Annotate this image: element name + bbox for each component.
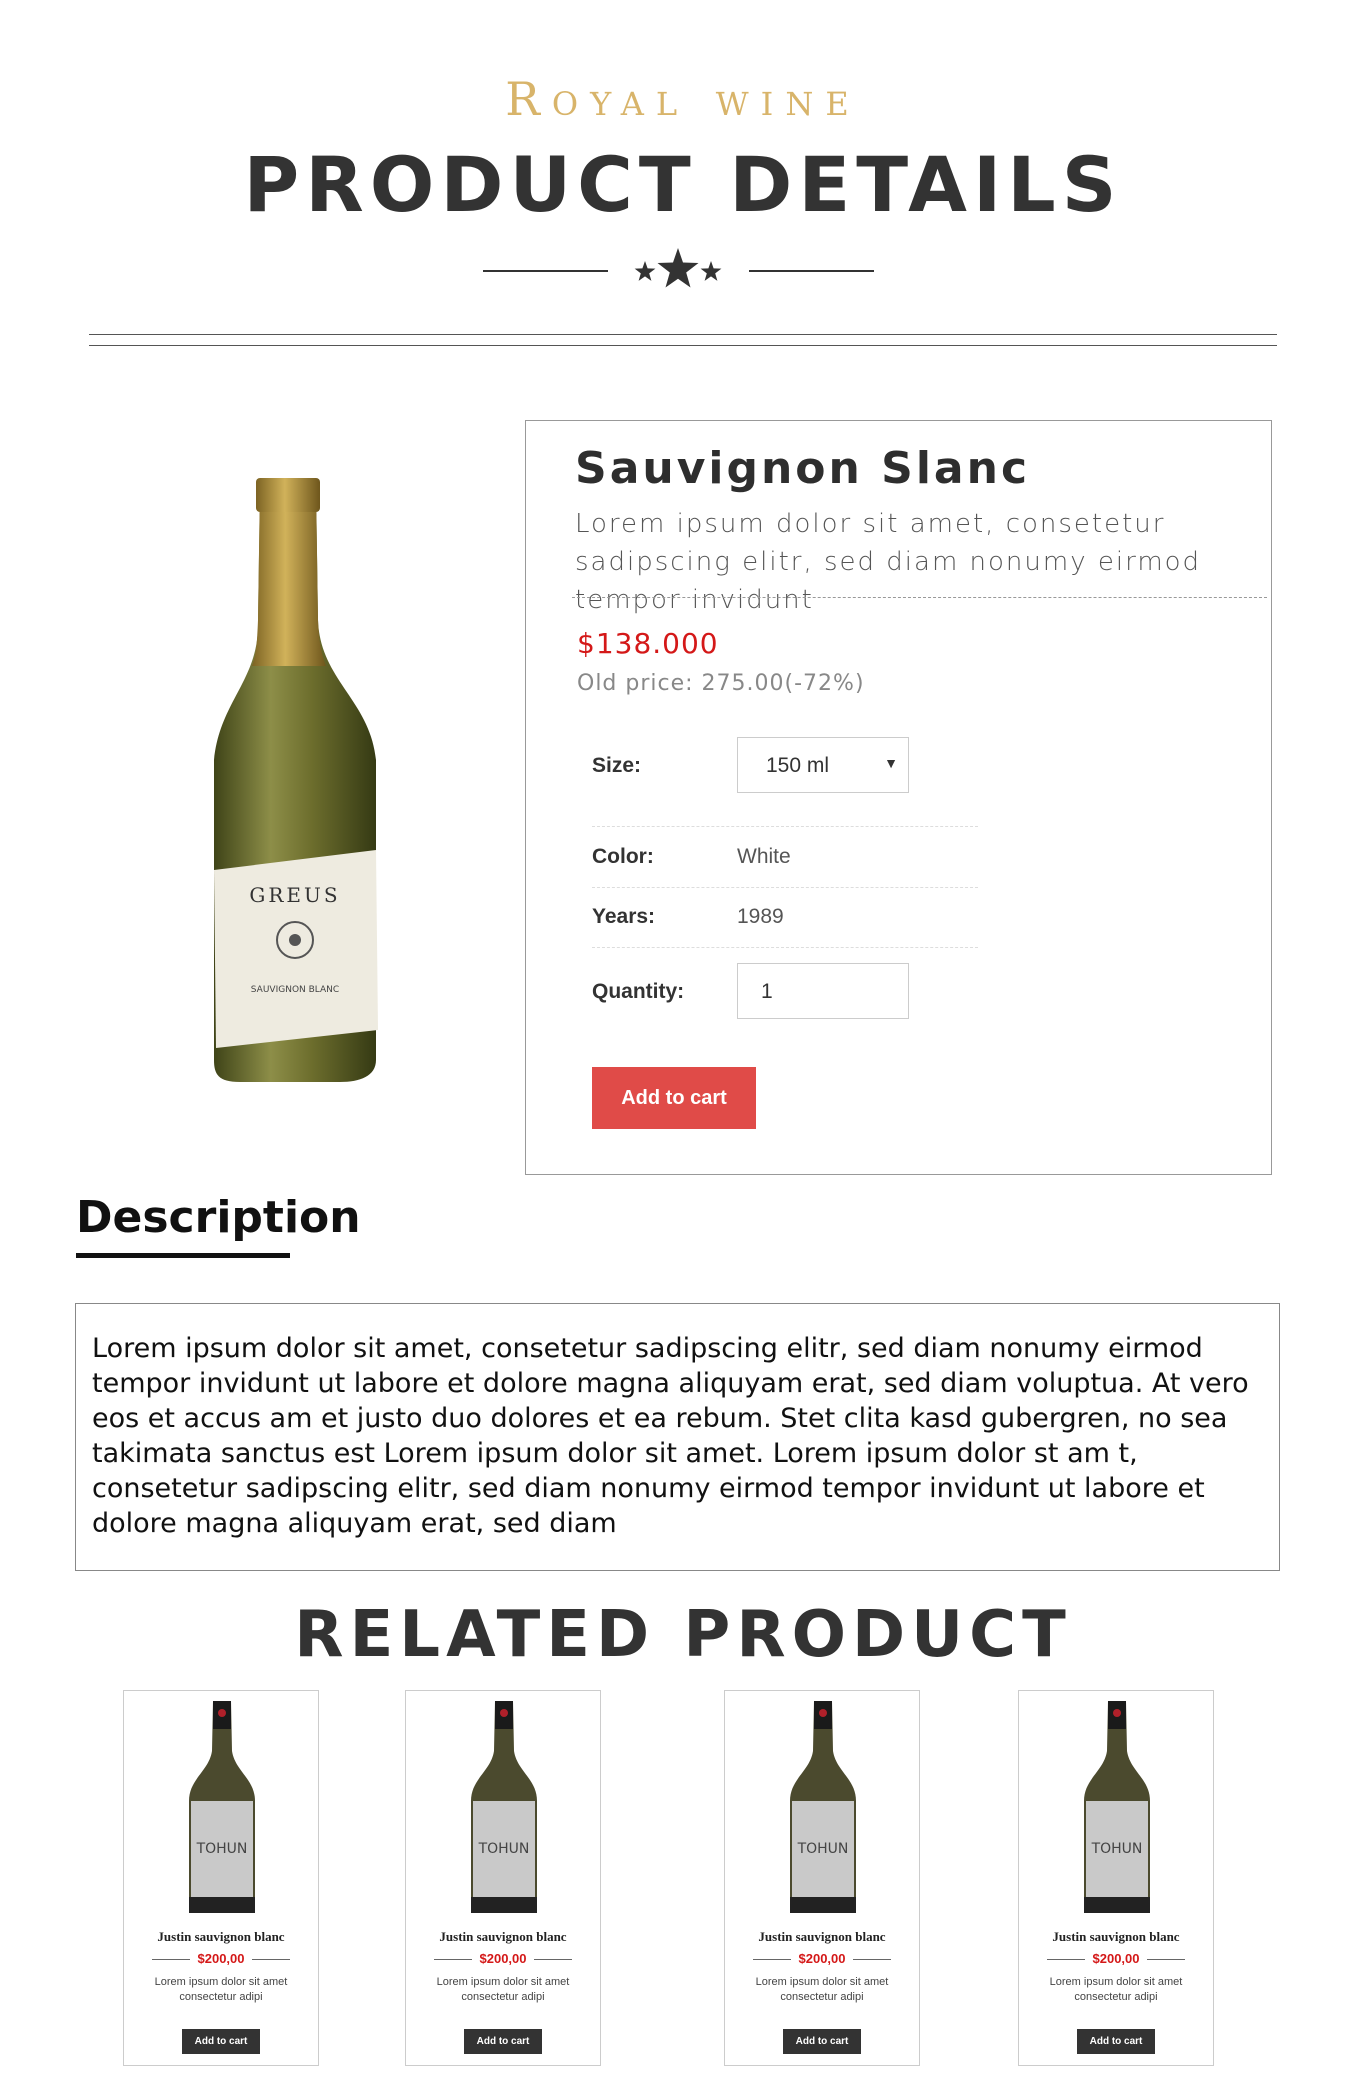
related-product-card[interactable]: TOHUN Justin sauvignon blanc $200,00 Lor… [1018,1690,1214,2066]
card-bottle-label: TOHUN [478,1841,530,1857]
card-price-row: $200,00 [124,1951,318,1967]
caret-down-icon: ▼ [884,755,898,771]
quantity-input[interactable]: 1 [737,963,909,1019]
card-bottle-label: TOHUN [1091,1841,1143,1857]
size-select[interactable]: 150 ml ▼ [737,737,909,793]
divider [534,1959,572,1960]
card-add-to-cart-button[interactable]: Add to cart [182,2029,260,2054]
divider [592,887,978,888]
card-description: Lorem ipsum dolor sit amet consectetur a… [755,1976,889,2003]
divider [853,1959,891,1960]
quantity-label: Quantity: [592,980,685,1003]
description-panel: Lorem ipsum dolor sit amet, consetetur s… [75,1303,1280,1571]
page-title: PRODUCT DETAILS [243,140,1123,229]
header-divider [89,334,1277,346]
related-product-card[interactable]: TOHUN Justin sauvignon blanc $200,00 Lor… [405,1690,601,2066]
ornament-line-right [749,270,874,272]
add-to-cart-button[interactable]: Add to cart [592,1067,756,1129]
wine-bottle-icon[interactable]: TOHUN [1078,1701,1156,1913]
divider [252,1959,290,1960]
card-product-name[interactable]: Justin sauvignon blanc [406,1929,600,1945]
card-price-row: $200,00 [1019,1951,1213,1967]
card-description: Lorem ipsum dolor sit amet consectetur a… [436,1976,570,2003]
description-text: Lorem ipsum dolor sit amet, consetetur s… [92,1333,1249,1539]
description-heading: Description [76,1192,361,1243]
ornament-line-left [483,270,608,272]
related-product-card[interactable]: TOHUN Justin sauvignon blanc $200,00 Lor… [724,1690,920,2066]
card-add-to-cart-button[interactable]: Add to cart [464,2029,542,2054]
product-price: $138.000 [577,627,719,660]
card-add-to-cart-button[interactable]: Add to cart [783,2029,861,2054]
card-product-name[interactable]: Justin sauvignon blanc [1019,1929,1213,1945]
three-stars-icon [634,248,722,288]
size-label: Size: [592,754,642,777]
card-description: Lorem ipsum dolor sit amet consectetur a… [154,1976,288,2003]
card-description: Lorem ipsum dolor sit amet consectetur a… [1049,1976,1183,2003]
bottle-label-sub: SAUVIGNON BLANC [251,985,339,995]
size-select-value: 150 ml [766,754,830,777]
wine-bottle-icon[interactable]: TOHUN [183,1701,261,1913]
bottle-label-text: GREUS [249,883,340,907]
years-label: Years: [592,905,656,928]
product-short-description: Lorem ipsum dolor sit amet, consetetur s… [575,509,1202,615]
color-value: White [737,845,791,868]
years-value: 1989 [737,905,784,928]
product-old-price: Old price: 275.00(-72%) [577,671,865,696]
wine-bottle-icon[interactable]: TOHUN [784,1701,862,1913]
title-ornament [483,248,874,292]
divider [572,597,1267,598]
card-price-row: $200,00 [406,1951,600,1967]
card-product-name[interactable]: Justin sauvignon blanc [124,1929,318,1945]
product-name: Sauvignon Slanc [575,443,1031,494]
card-bottle-label: TOHUN [196,1841,248,1857]
wine-bottle-icon[interactable]: GREUS SAUVIGNON BLANC [200,470,400,1090]
brand-name: Royal wine [505,72,861,126]
divider [592,947,978,948]
color-label: Color: [592,845,654,868]
card-price-row: $200,00 [725,1951,919,1967]
card-add-to-cart-button[interactable]: Add to cart [1077,2029,1155,2054]
card-product-name[interactable]: Justin sauvignon blanc [725,1929,919,1945]
divider [592,826,978,827]
card-bottle-label: TOHUN [797,1841,849,1857]
description-underline [76,1253,290,1258]
related-products-title: RELATED PRODUCT [294,1598,1072,1672]
divider [1147,1959,1185,1960]
related-product-card[interactable]: TOHUN Justin sauvignon blanc $200,00 Lor… [123,1690,319,2066]
product-detail-panel: Sauvignon Slanc Lorem ipsum dolor sit am… [525,420,1272,1175]
wine-bottle-icon[interactable]: TOHUN [465,1701,543,1913]
